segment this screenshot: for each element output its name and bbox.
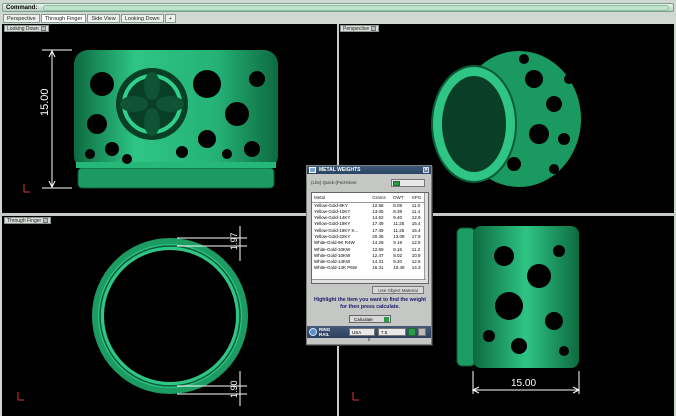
country-select[interactable]: USA xyxy=(349,328,375,336)
table-header: Metal Grams DWT SPG xyxy=(312,193,426,203)
dialog-title: METAL WEIGHTS xyxy=(319,167,361,173)
tab-looking-down[interactable]: Looking Down xyxy=(120,14,164,23)
chevron-down-icon[interactable] xyxy=(43,218,49,224)
cell-dwt: 8.09 xyxy=(393,202,403,208)
viewport-tabs: Perspective Through Finger Side View Loo… xyxy=(3,14,176,24)
ring-top-render: 1.97 1.90 xyxy=(17,226,248,406)
calculate-icon xyxy=(384,317,389,322)
metal-table[interactable]: Metal Grams DWT SPG Yellow-Gold-9KY 12.58… xyxy=(311,192,429,284)
cell-metal: White-Gold-14K P6W xyxy=(314,265,358,271)
mode-select[interactable] xyxy=(391,179,425,187)
tab-through-finger[interactable]: Through Finger xyxy=(40,14,87,23)
tab-add[interactable]: + xyxy=(164,14,176,23)
side-width-dim: 15.00 xyxy=(511,378,536,389)
ring-size-select[interactable]: 7.5 xyxy=(378,328,406,336)
unit-label: (Lbs) Quick-(Fed-More xyxy=(311,180,357,185)
chevron-down-icon[interactable] xyxy=(371,26,377,32)
instruction-text: Highlight the item you want to find the … xyxy=(313,297,427,310)
table-row[interactable]: Yellow-Gold-9KY 12.58 8.09 11.0 xyxy=(312,202,426,209)
apply-size-button[interactable] xyxy=(408,328,416,336)
ring-size-label: RING RAIL xyxy=(319,327,331,337)
tab-perspective[interactable]: Perspective xyxy=(3,14,40,23)
dialog-title-bar[interactable]: METAL WEIGHTS × xyxy=(307,166,431,174)
cell-grams: 12.58 xyxy=(372,202,384,208)
command-bar[interactable]: Command: xyxy=(2,3,674,12)
col-grams[interactable]: Grams xyxy=(370,193,392,203)
metal-weights-dialog: METAL WEIGHTS × (Lbs) Quick-(Fed-More Me… xyxy=(306,165,432,345)
col-dwt[interactable]: DWT xyxy=(391,193,410,203)
chevron-down-icon[interactable] xyxy=(40,26,46,32)
dialog-options-row: (Lbs) Quick-(Fed-More xyxy=(311,179,427,188)
bottom-thickness-dim: 1.90 xyxy=(229,380,239,398)
table-row[interactable]: White-Gold-14K P6W 16.31 10.49 14.3 xyxy=(312,265,426,271)
viewport-label-perspective[interactable]: Perspective xyxy=(340,25,380,32)
tab-side-view[interactable]: Side View xyxy=(87,14,120,23)
viewport-looking-down[interactable]: 15.00 Looking Down xyxy=(2,24,337,213)
mode-toggle-icon[interactable] xyxy=(393,181,400,186)
size-options-button[interactable] xyxy=(418,328,426,336)
ring-front-render: 15.00 xyxy=(23,49,278,193)
use-object-material-button[interactable]: Use Object Material xyxy=(372,286,424,294)
command-label: Command: xyxy=(6,5,38,11)
viewport-through-finger[interactable]: 1.97 1.90 Through Finger xyxy=(2,216,337,416)
app-root: Command: Perspective Through Finger Side… xyxy=(0,0,676,416)
metal-weights-icon xyxy=(309,167,316,173)
ring-size-icon xyxy=(309,328,317,336)
top-thickness-dim: 1.97 xyxy=(229,232,239,250)
viewport-label-through-finger[interactable]: Through Finger xyxy=(4,217,52,224)
viewport-label-looking-down[interactable]: Looking Down xyxy=(4,25,49,32)
calculate-button[interactable]: Calculate xyxy=(349,315,391,323)
dialog-footer: x xyxy=(367,337,371,343)
cell-grams: 16.31 xyxy=(372,265,384,271)
command-input[interactable] xyxy=(43,5,669,11)
front-height-dim: 15.00 xyxy=(39,88,51,116)
cell-dwt: 10.49 xyxy=(393,265,405,271)
table-horizontal-scrollbar[interactable] xyxy=(312,279,426,283)
col-metal[interactable]: Metal xyxy=(312,193,371,203)
close-icon[interactable]: × xyxy=(423,167,429,173)
cell-metal: Yellow-Gold-9KY xyxy=(314,202,348,208)
table-vertical-scrollbar[interactable] xyxy=(424,193,428,283)
